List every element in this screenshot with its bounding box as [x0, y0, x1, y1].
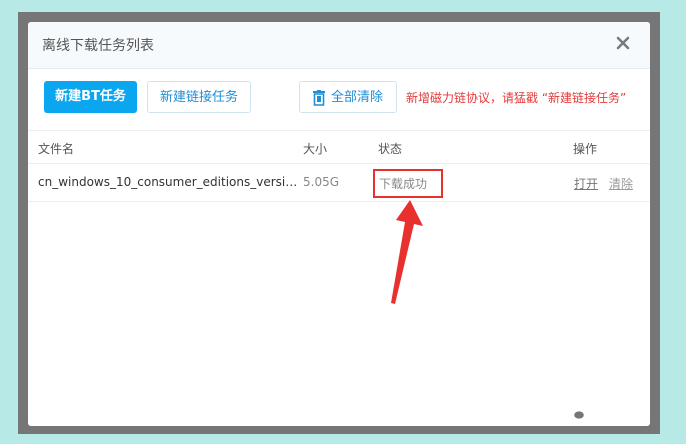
watermark: 编程之外 — [566, 402, 650, 422]
wechat-icon — [566, 405, 586, 421]
clear-link[interactable]: 清除 — [609, 175, 633, 192]
dialog-titlebar: 离线下载任务列表 — [28, 22, 650, 69]
clear-all-button[interactable]: 全部清除 — [299, 81, 397, 113]
header-ops: 操作 — [573, 142, 598, 156]
offline-download-dialog: 离线下载任务列表 新建BT任务 新建链接任务 全部清除 新增磁力链协议，请猛戳 … — [28, 22, 650, 426]
watermark-text: 编程之外 — [594, 405, 651, 421]
trash-icon — [313, 90, 325, 106]
table-header: 文件名 大小 状态 操作 — [28, 130, 650, 164]
header-status: 状态 — [378, 142, 403, 156]
magnet-notice: 新增磁力链协议，请猛戳 “新建链接任务” — [406, 91, 627, 105]
open-link[interactable]: 打开 — [574, 175, 598, 192]
header-filename: 文件名 — [38, 142, 75, 156]
annotation-arrow — [391, 200, 423, 304]
clear-all-label: 全部清除 — [330, 90, 383, 105]
new-bt-task-button[interactable]: 新建BT任务 — [44, 81, 137, 113]
header-size: 大小 — [303, 142, 328, 156]
row-filename: cn_windows_10_consumer_editions_version.… — [38, 175, 298, 189]
close-icon[interactable] — [612, 32, 634, 54]
new-link-task-button[interactable]: 新建链接任务 — [147, 81, 251, 113]
status-highlight-box — [373, 169, 443, 198]
dialog-title: 离线下载任务列表 — [42, 38, 154, 54]
row-size: 5.05G — [303, 175, 340, 189]
dialog-toolbar: 新建BT任务 新建链接任务 全部清除 新增磁力链协议，请猛戳 “新建链接任务” — [28, 68, 650, 130]
table-row: cn_windows_10_consumer_editions_version.… — [28, 163, 650, 202]
